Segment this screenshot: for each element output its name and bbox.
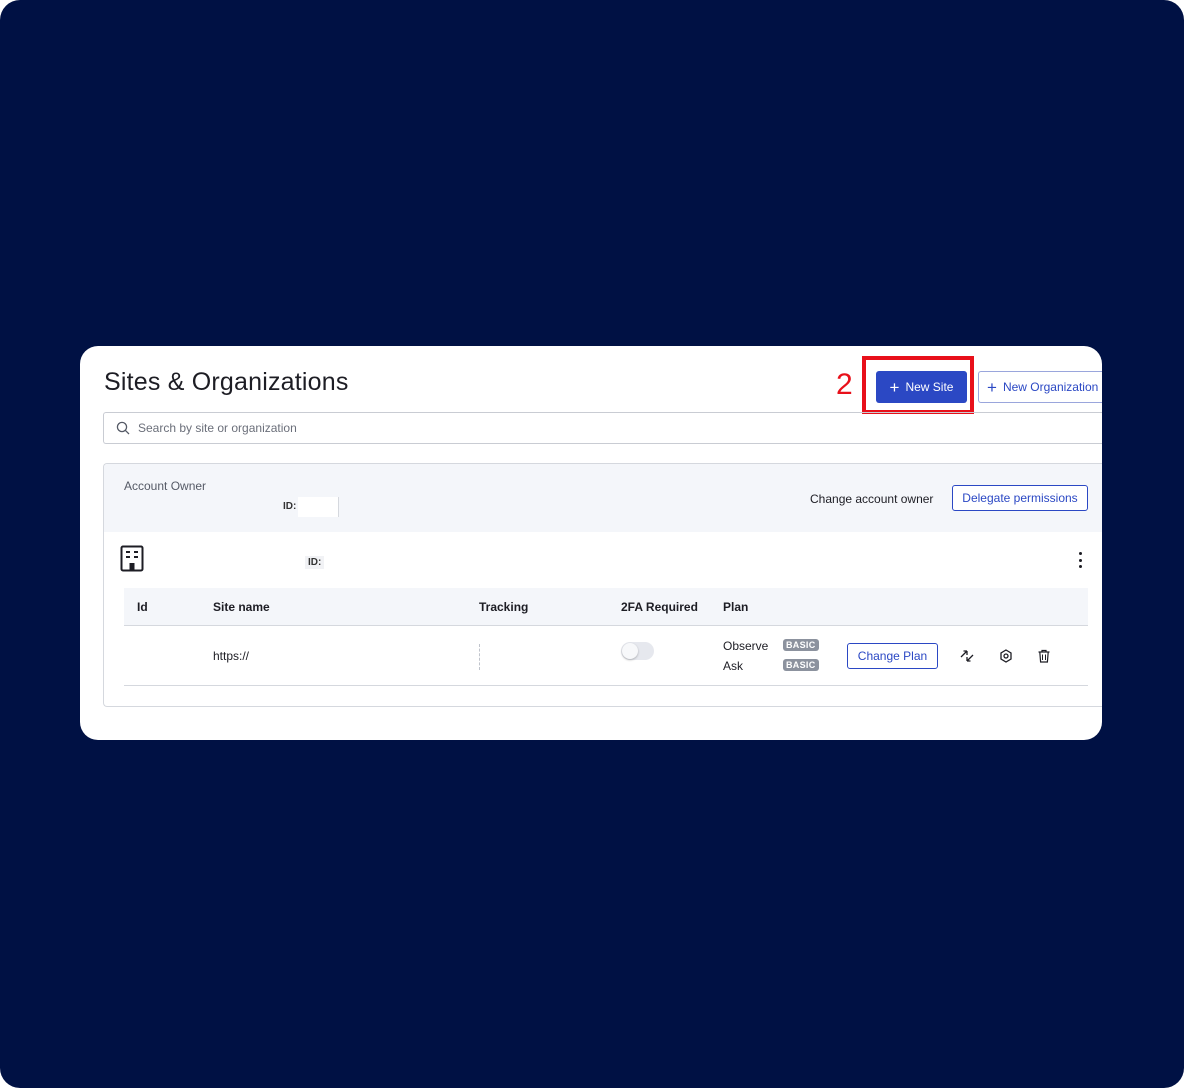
- plus-icon: +: [987, 377, 997, 397]
- sites-card: Sites & Organizations 2 + New Site + New…: [80, 346, 1102, 740]
- plan-name-observe: Observe: [723, 639, 769, 653]
- column-header-tracking: Tracking: [479, 600, 529, 614]
- account-section: Account Owner ID: Change account owner D…: [103, 463, 1102, 707]
- change-plan-button[interactable]: Change Plan: [847, 643, 938, 669]
- column-header-site-name: Site name: [213, 600, 270, 614]
- new-organization-label: New Organization: [1002, 380, 1099, 394]
- building-icon: [120, 545, 144, 572]
- two-fa-toggle[interactable]: [621, 642, 654, 660]
- delegate-permissions-button[interactable]: Delegate permissions: [952, 485, 1088, 511]
- new-site-button[interactable]: + New Site: [876, 371, 967, 403]
- plan-name-ask: Ask: [723, 659, 744, 673]
- step-number-annotation: 2: [836, 368, 853, 401]
- site-name-cell: https://: [213, 649, 250, 663]
- table-header: Id Site name Tracking 2FA Required Plan: [124, 588, 1088, 626]
- tracking-cell: [479, 644, 481, 670]
- search-input[interactable]: [136, 420, 540, 436]
- column-header-id: Id: [137, 600, 148, 614]
- account-owner-header: Account Owner ID: Change account owner D…: [104, 464, 1102, 532]
- plan-tier-badge: BASIC: [783, 659, 819, 671]
- new-organization-button[interactable]: + New Organization: [978, 371, 1102, 403]
- plan-tier-badge: BASIC: [783, 639, 819, 651]
- owner-id-value: [298, 497, 339, 517]
- account-owner-label: Account Owner: [124, 479, 207, 493]
- page-title: Sites & Organizations: [104, 368, 349, 396]
- column-header-2fa: 2FA Required: [621, 600, 698, 614]
- search-icon: [116, 421, 130, 435]
- table-row: https:// Observe BASIC Ask BASIC Change …: [124, 626, 1088, 686]
- plus-icon: +: [889, 377, 900, 397]
- change-account-owner-link[interactable]: Change account owner: [810, 492, 933, 506]
- new-site-label: New Site: [905, 380, 954, 394]
- trash-icon[interactable]: [1036, 648, 1052, 664]
- settings-icon[interactable]: [998, 648, 1014, 664]
- column-header-plan: Plan: [723, 600, 749, 614]
- owner-id-label: ID:: [283, 501, 297, 512]
- transfer-icon[interactable]: [959, 648, 975, 664]
- organization-id-label: ID:: [305, 556, 325, 569]
- kebab-menu-icon[interactable]: [1076, 552, 1084, 568]
- background-frame: Sites & Organizations 2 + New Site + New…: [0, 0, 1184, 1088]
- search-bar: [103, 412, 1102, 444]
